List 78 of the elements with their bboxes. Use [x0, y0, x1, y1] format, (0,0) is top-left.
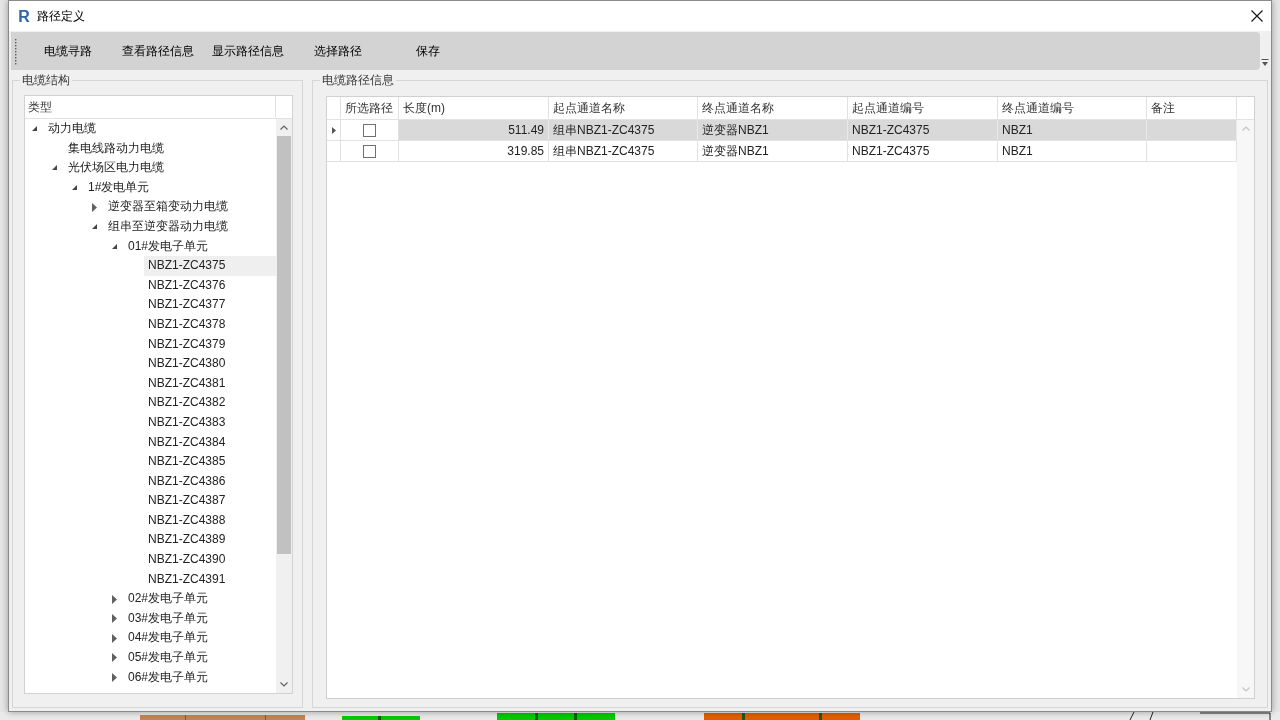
tree-item[interactable]: NBZ1-ZC4383 — [144, 412, 230, 433]
tree-item[interactable]: NBZ1-ZC4379 — [144, 334, 230, 355]
tree-item[interactable]: NBZ1-ZC4391 — [144, 569, 230, 590]
tree-item[interactable]: NBZ1-ZC4375 — [144, 256, 276, 276]
tree-item[interactable]: 02#发电子单元 — [124, 589, 213, 609]
toolbar-button[interactable]: 选择路径 — [312, 40, 364, 62]
tree-item[interactable]: NBZ1-ZC4377 — [144, 295, 230, 315]
tree-item[interactable]: NBZ1-ZC4376 — [144, 275, 230, 296]
tree-item[interactable]: 集电线路动力电缆 — [64, 138, 168, 159]
caret-icon[interactable] — [112, 243, 117, 249]
tree-item[interactable]: 逆变器至箱变动力电缆 — [104, 197, 232, 217]
caret-icon[interactable] — [112, 614, 117, 624]
column-header[interactable]: 长度(m) — [399, 97, 549, 119]
caret-icon[interactable] — [92, 202, 97, 212]
table-cell: 逆变器NBZ1 — [698, 141, 848, 161]
tree-item[interactable]: 动力电缆 — [44, 119, 100, 139]
caret-icon[interactable] — [32, 126, 37, 132]
tree-item[interactable]: NBZ1-ZC4381 — [144, 373, 230, 394]
window-title: 路径定义 — [37, 8, 85, 24]
column-header[interactable]: 类型 — [25, 96, 55, 118]
tree-item[interactable]: 03#发电子单元 — [124, 608, 213, 629]
overflow-icon[interactable] — [1261, 59, 1269, 67]
caret-icon[interactable] — [112, 653, 117, 663]
table-cell: 组串NBZ1-ZC4375 — [549, 120, 698, 140]
table-cell: 逆变器NBZ1 — [698, 120, 848, 140]
checkbox[interactable] — [363, 123, 376, 137]
table-cell: NBZ1 — [998, 120, 1147, 140]
column-header[interactable]: 起点通道编号 — [848, 97, 998, 119]
scroll-down-icon[interactable] — [280, 682, 288, 687]
scrollbar[interactable] — [276, 119, 292, 693]
group-title: 电缆路径信息 — [321, 73, 395, 87]
caret-icon[interactable] — [112, 594, 117, 604]
scroll-up-icon[interactable] — [280, 125, 288, 130]
group-title: 电缆结构 — [21, 73, 71, 87]
tree-item[interactable]: NBZ1-ZC4388 — [144, 510, 230, 531]
close-icon — [1251, 10, 1263, 22]
column-header[interactable]: 终点通道编号 — [998, 97, 1147, 119]
tree-item[interactable]: NBZ1-ZC4380 — [144, 354, 230, 374]
column-header[interactable]: 备注 — [1147, 97, 1237, 119]
scroll-thumb[interactable] — [277, 136, 291, 554]
tree-item[interactable]: NBZ1-ZC4378 — [144, 314, 230, 335]
caret-icon[interactable] — [112, 672, 117, 682]
row-header[interactable] — [327, 120, 341, 141]
table-row[interactable]: 319.85 组串NBZ1-ZC4375 逆变器NBZ1 NBZ1-ZC4375 NBZ1 — [399, 141, 1237, 162]
caret-icon[interactable] — [52, 165, 57, 171]
column-header[interactable]: 起点通道名称 — [549, 97, 698, 119]
caret-icon[interactable] — [92, 224, 97, 230]
table-cell: NBZ1-ZC4375 — [848, 120, 998, 140]
toolbar-button[interactable]: 电缆寻路 — [42, 40, 94, 62]
table-cell: 组串NBZ1-ZC4375 — [549, 141, 698, 161]
column-header[interactable]: 所选路径 — [341, 97, 399, 119]
caret-icon[interactable] — [72, 185, 77, 191]
tree-item[interactable]: 06#发电子单元 — [124, 667, 213, 688]
table-cell: NBZ1 — [998, 141, 1147, 161]
table-cell: 319.85 — [399, 141, 549, 161]
column-header[interactable]: 终点通道名称 — [698, 97, 848, 119]
tree-item[interactable]: NBZ1-ZC4385 — [144, 452, 230, 472]
table-cell: 511.49 — [399, 120, 549, 140]
table-cell: NBZ1-ZC4375 — [848, 141, 998, 161]
tree-item[interactable]: 01#发电子单元 — [124, 236, 213, 257]
toolbar-button[interactable]: 查看路径信息 — [120, 40, 196, 62]
app-logo: R — [17, 7, 31, 25]
tree-item[interactable]: NBZ1-ZC4386 — [144, 471, 230, 492]
checkbox[interactable] — [363, 144, 376, 158]
table-row[interactable]: 511.49 组串NBZ1-ZC4375 逆变器NBZ1 NBZ1-ZC4375 NBZ1 — [399, 120, 1237, 141]
tree-item[interactable]: NBZ1-ZC4389 — [144, 530, 230, 551]
toolbar-button[interactable]: 显示路径信息 — [210, 40, 286, 62]
tree-item[interactable]: NBZ1-ZC4384 — [144, 432, 230, 453]
tree-item[interactable]: NBZ1-ZC4382 — [144, 393, 230, 413]
toolbar-button[interactable]: 保存 — [414, 40, 442, 62]
tree-item[interactable]: 光伏场区电力电缆 — [64, 158, 168, 178]
tree-item[interactable]: NBZ1-ZC4390 — [144, 550, 230, 570]
tree-item[interactable]: NBZ1-ZC4387 — [144, 491, 230, 511]
tree-item[interactable]: 1#发电单元 — [84, 177, 154, 198]
tree-item[interactable]: 组串至逆变器动力电缆 — [104, 216, 232, 237]
caret-icon[interactable] — [112, 633, 117, 643]
tree-item[interactable]: 04#发电子单元 — [124, 628, 213, 649]
tree-item[interactable]: 05#发电子单元 — [124, 648, 213, 668]
